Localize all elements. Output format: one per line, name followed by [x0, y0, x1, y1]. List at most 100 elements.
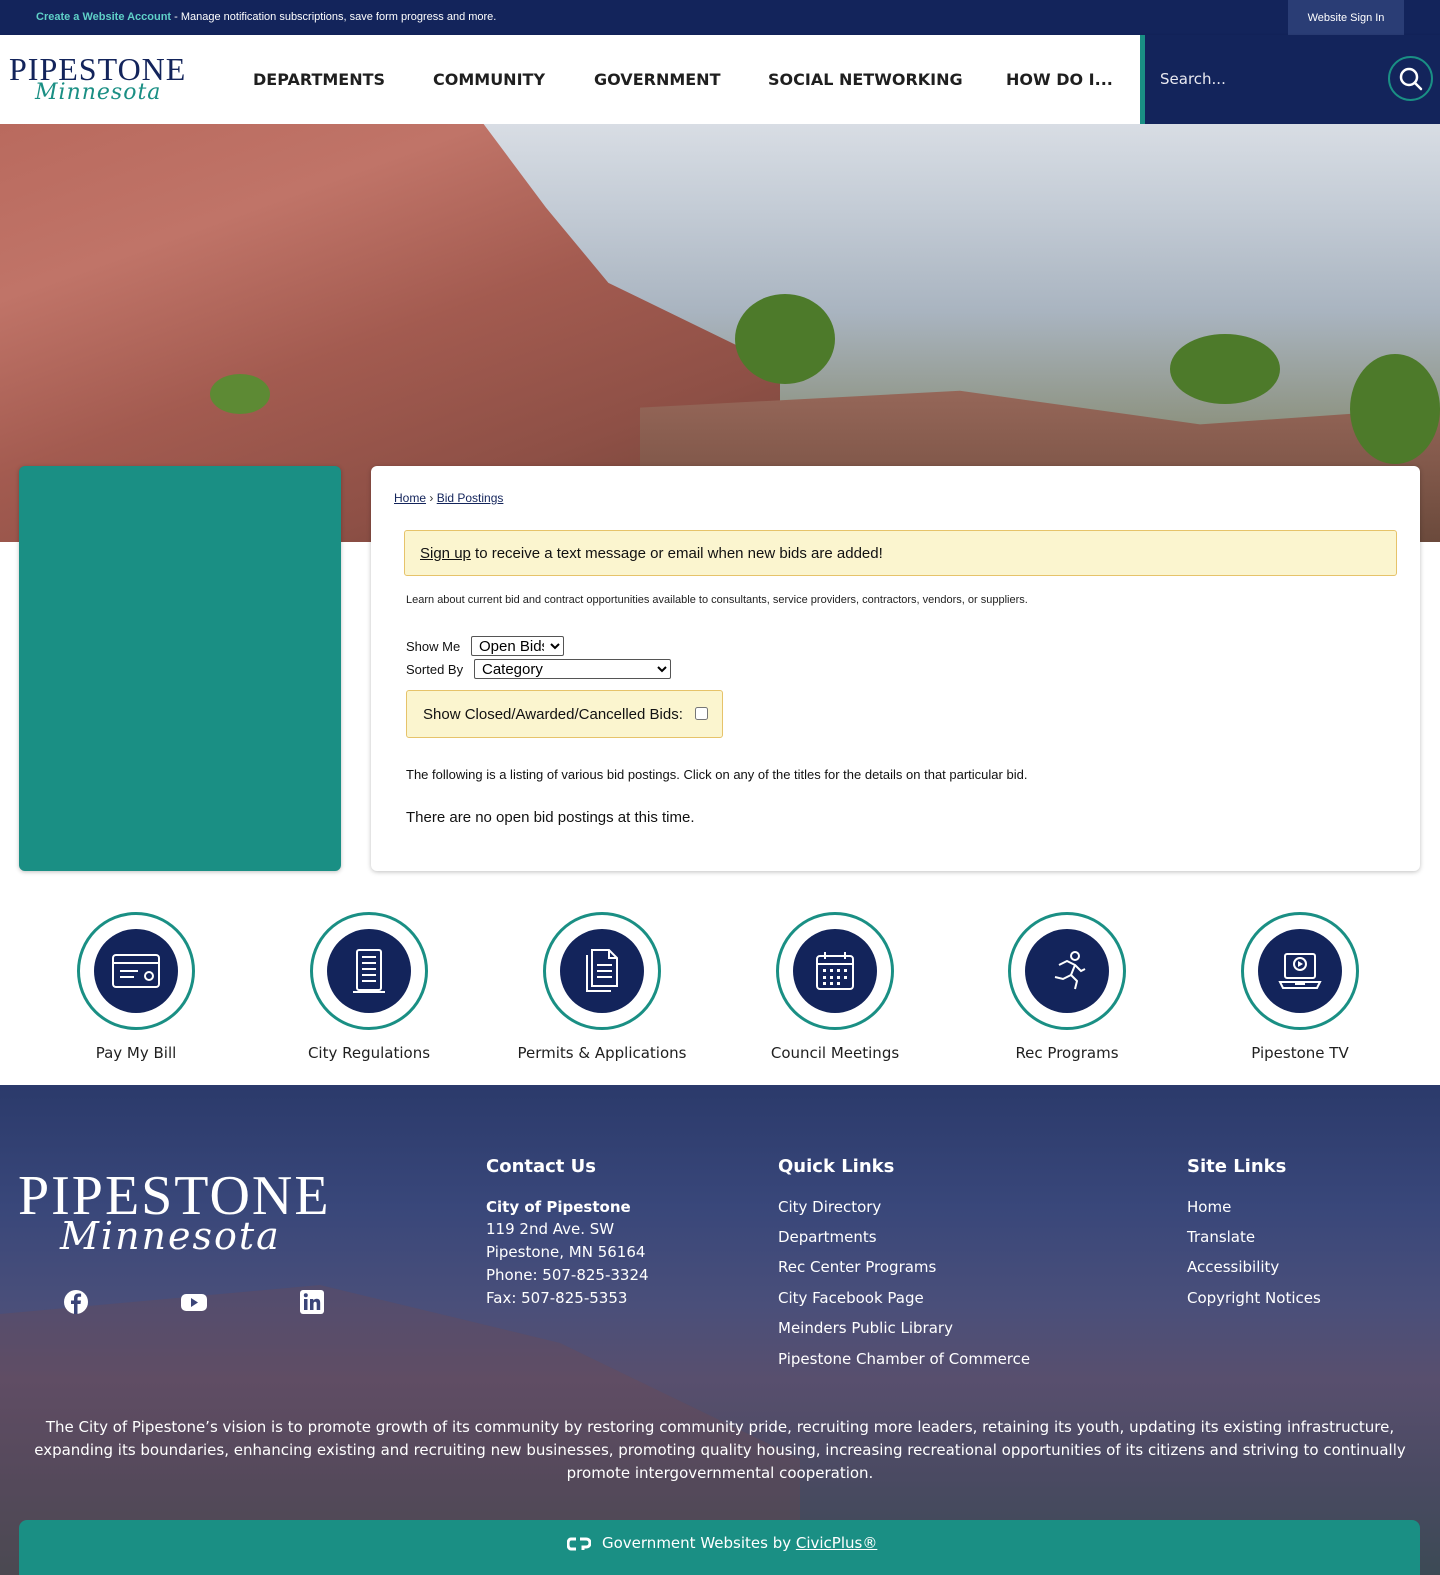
signup-link[interactable]: Sign up	[420, 545, 471, 562]
breadcrumb-current[interactable]: Bid Postings	[437, 491, 504, 505]
civicplus-prefix: Government Websites by	[602, 1534, 796, 1552]
youtube-link[interactable]	[180, 1289, 208, 1315]
signup-alert-text: to receive a text message or email when …	[470, 545, 883, 562]
facebook-icon	[64, 1290, 88, 1314]
no-bids-message: There are no open bid postings at this t…	[406, 809, 695, 826]
top-bar: Create a Website Account - Manage notifi…	[0, 0, 1440, 35]
show-me-label: Show Me	[406, 639, 461, 654]
closed-bids-checkbox[interactable]	[695, 707, 708, 720]
quick-link-label: City Regulations	[307, 1044, 431, 1062]
closed-bids-label: Show Closed/Awarded/Cancelled Bids:	[423, 706, 683, 723]
show-me-select[interactable]: Open Bids	[471, 636, 564, 656]
calendar-icon	[816, 952, 854, 990]
hero-shrub	[210, 374, 270, 414]
breadcrumb-separator: ›	[429, 491, 434, 505]
closed-bids-filter: Show Closed/Awarded/Cancelled Bids:	[406, 690, 723, 738]
search-button[interactable]	[1388, 56, 1433, 101]
quick-link-disc	[327, 929, 411, 1013]
website-sign-in-button[interactable]: Website Sign In	[1288, 0, 1404, 35]
hero-tree	[1350, 354, 1440, 464]
nav-departments[interactable]: DEPARTMENTS	[253, 70, 385, 89]
civicplus-icon	[567, 1537, 591, 1551]
quick-link-disc	[793, 929, 877, 1013]
documents-icon	[586, 949, 618, 992]
sidebar-panel	[19, 466, 341, 871]
signup-alert: Sign up to receive a text message or ema…	[404, 530, 1397, 576]
breadcrumb: Home › Bid Postings	[394, 491, 503, 505]
hero-tree	[735, 294, 835, 384]
listing-description: The following is a listing of various bi…	[406, 767, 1028, 782]
video-laptop-icon	[1278, 953, 1322, 989]
contact-phone[interactable]: Phone: 507-825-3324	[486, 1266, 649, 1284]
footer-link-departments[interactable]: Departments	[778, 1228, 877, 1246]
nav-government[interactable]: GOVERNMENT	[594, 70, 720, 89]
footer-logo[interactable]: PIPESTONE Minnesota	[18, 1168, 378, 1266]
search-input[interactable]	[1160, 65, 1360, 93]
site-logo[interactable]: PIPESTONE Minnesota	[9, 53, 213, 107]
sorted-by-select[interactable]: Category	[474, 659, 671, 679]
contact-city: Pipestone, MN 56164	[486, 1243, 646, 1261]
quick-link-label: Rec Programs	[1015, 1044, 1119, 1062]
linkedin-icon	[300, 1290, 324, 1314]
quick-link-ring	[1241, 912, 1359, 1030]
hero-tree	[1170, 334, 1280, 404]
create-account-desc: - Manage notification subscriptions, sav…	[171, 11, 497, 23]
quick-link-label: Permits & Applications	[517, 1044, 687, 1062]
quick-link-label: Council Meetings	[770, 1044, 900, 1062]
quick-link-ring	[310, 912, 428, 1030]
youtube-icon	[181, 1294, 207, 1311]
footer-link-rec-center[interactable]: Rec Center Programs	[778, 1258, 936, 1276]
footer-link-city-directory[interactable]: City Directory	[778, 1198, 881, 1216]
sorted-by-label: Sorted By	[406, 662, 464, 677]
breadcrumb-home[interactable]: Home	[394, 491, 426, 505]
site-link-home[interactable]: Home	[1187, 1198, 1231, 1216]
document-list-icon	[353, 949, 385, 993]
civicplus-credit: Government Websites by CivicPlus®	[602, 1534, 877, 1552]
site-link-translate[interactable]: Translate	[1187, 1228, 1255, 1246]
nav-how-do-i[interactable]: HOW DO I...	[1006, 70, 1113, 89]
quick-link-city-regulations[interactable]: City Regulations	[269, 912, 469, 1062]
credit-card-icon	[112, 954, 160, 988]
search-icon	[1399, 67, 1422, 90]
quick-link-label: Pay My Bill	[95, 1044, 177, 1062]
quick-link-pipestone-tv[interactable]: Pipestone TV	[1200, 912, 1400, 1062]
site-links-heading: Site Links	[1187, 1156, 1287, 1177]
vision-statement: The City of Pipestone’s vision is to pro…	[34, 1418, 1406, 1482]
quick-link-pay-my-bill[interactable]: Pay My Bill	[36, 912, 236, 1062]
running-person-icon	[1054, 951, 1086, 990]
site-link-copyright[interactable]: Copyright Notices	[1187, 1289, 1321, 1307]
quick-link-permits-applications[interactable]: Permits & Applications	[502, 912, 702, 1062]
footer-link-facebook-page[interactable]: City Facebook Page	[778, 1289, 924, 1307]
logo-script: Minnesota	[35, 80, 162, 105]
nav-community[interactable]: COMMUNITY	[433, 70, 545, 89]
footer-link-library[interactable]: Meinders Public Library	[778, 1319, 953, 1337]
quick-link-label: Pipestone TV	[1251, 1044, 1349, 1062]
footer-logo-script: Minnesota	[60, 1214, 281, 1258]
site-link-accessibility[interactable]: Accessibility	[1187, 1258, 1279, 1276]
create-account-notice: Create a Website Account - Manage notifi…	[36, 11, 496, 23]
quick-link-ring	[776, 912, 894, 1030]
contact-name: City of Pipestone	[486, 1198, 631, 1216]
intro-text: Learn about current bid and contract opp…	[406, 594, 1028, 606]
quick-link-council-meetings[interactable]: Council Meetings	[735, 912, 935, 1062]
quick-link-disc	[560, 929, 644, 1013]
nav-social-networking[interactable]: SOCIAL NETWORKING	[768, 70, 963, 89]
quick-link-disc	[1258, 929, 1342, 1013]
quick-link-ring	[543, 912, 661, 1030]
quick-link-rec-programs[interactable]: Rec Programs	[967, 912, 1167, 1062]
contact-fax: Fax: 507-825-5353	[486, 1289, 628, 1307]
civicplus-bar: Government Websites by CivicPlus®	[19, 1520, 1420, 1575]
contact-us-heading: Contact Us	[486, 1156, 597, 1177]
linkedin-link[interactable]	[299, 1289, 325, 1315]
create-account-link[interactable]: Create a Website Account	[36, 11, 171, 23]
quick-link-disc	[1025, 929, 1109, 1013]
civicplus-link[interactable]: CivicPlus®	[796, 1534, 877, 1552]
footer-link-chamber[interactable]: Pipestone Chamber of Commerce	[778, 1350, 1030, 1368]
quick-links-heading: Quick Links	[778, 1156, 895, 1177]
quick-link-ring	[1008, 912, 1126, 1030]
facebook-link[interactable]	[63, 1289, 89, 1315]
quick-link-ring	[77, 912, 195, 1030]
content-card: Home › Bid Postings Sign up to receive a…	[371, 466, 1420, 871]
quick-link-disc	[94, 929, 178, 1013]
contact-address: 119 2nd Ave. SW	[486, 1220, 615, 1238]
